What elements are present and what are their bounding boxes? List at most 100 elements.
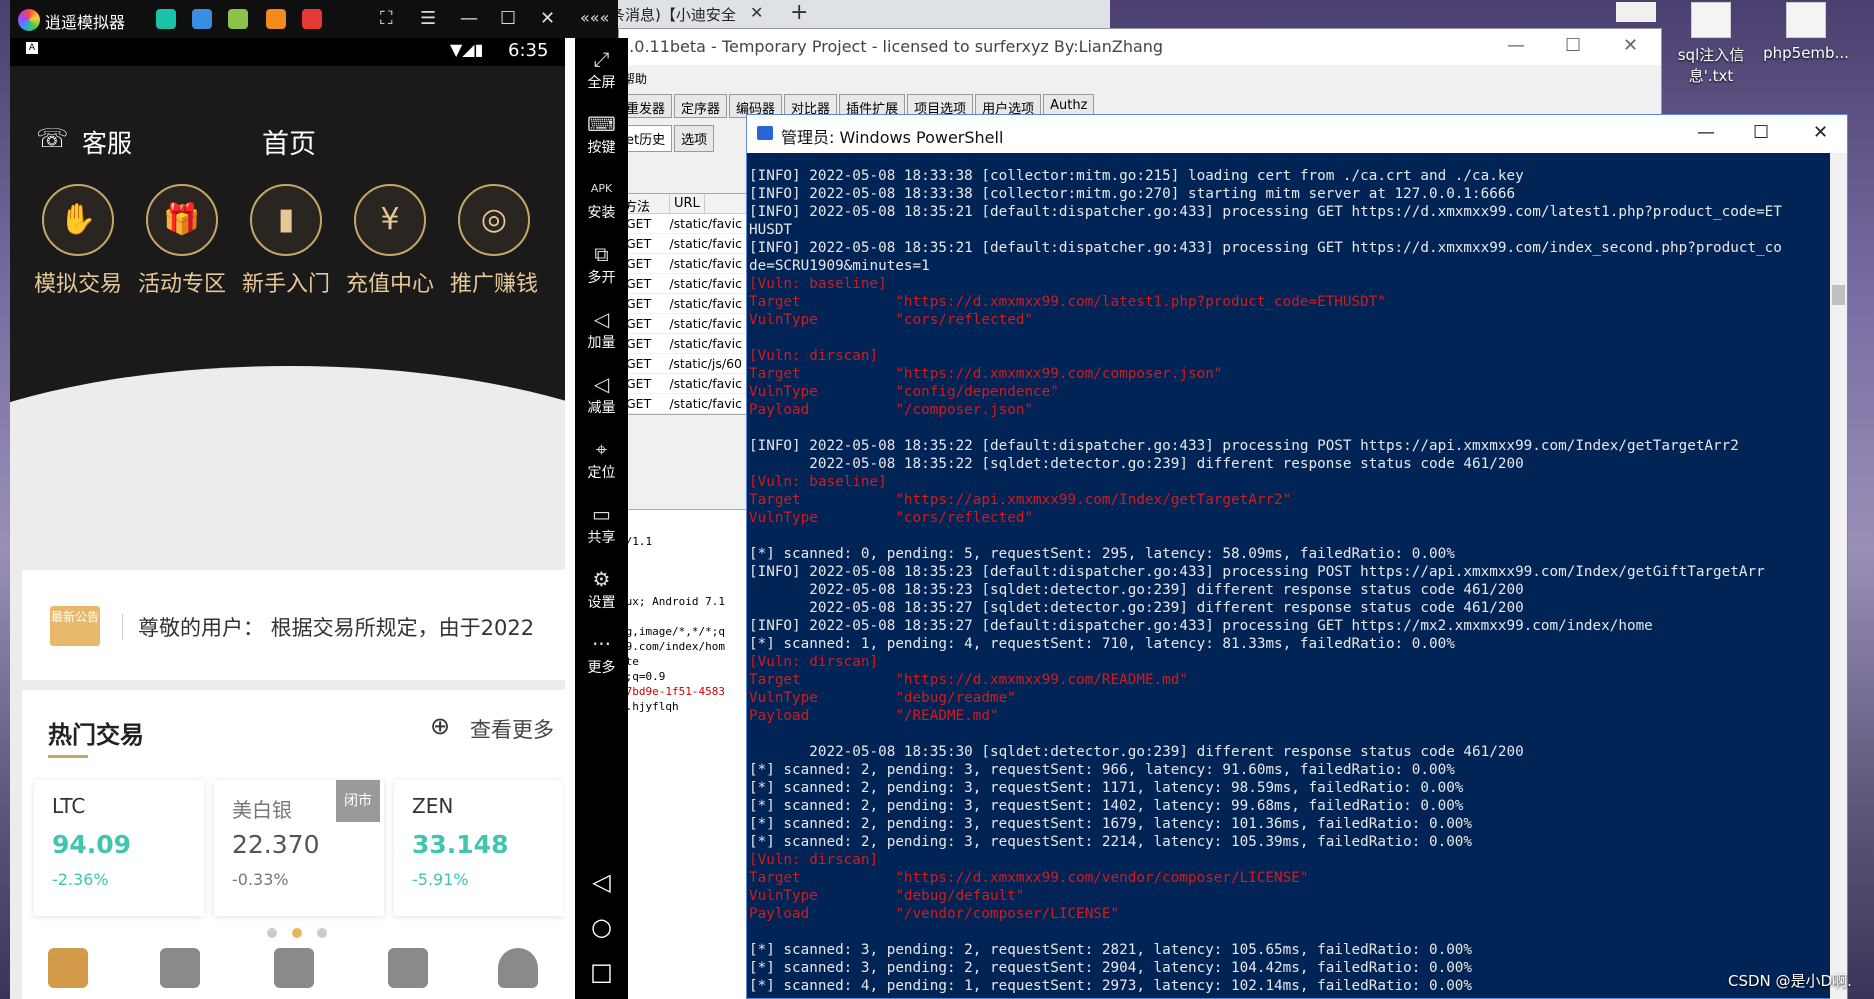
- fullscreen-icon[interactable]: ⛶: [380, 8, 393, 29]
- close-icon[interactable]: ✕: [540, 8, 555, 29]
- minimize-icon[interactable]: —: [1697, 122, 1715, 143]
- feature-referral[interactable]: ◎ 推广赚钱: [442, 184, 546, 298]
- plus-circle-icon[interactable]: ⊕: [430, 712, 450, 740]
- menu-icon[interactable]: ☰: [420, 8, 436, 29]
- carousel-dot[interactable]: [317, 928, 327, 938]
- tab-sequencer[interactable]: 定序器: [674, 94, 728, 118]
- maximize-icon[interactable]: ☐: [500, 8, 516, 29]
- scrollbar-thumb[interactable]: [1832, 285, 1845, 305]
- maximize-icon[interactable]: ☐: [1565, 35, 1581, 56]
- back-icon[interactable]: ◁: [575, 868, 628, 896]
- market-icon[interactable]: [274, 948, 314, 988]
- feature-activities[interactable]: 🎁 活动专区: [130, 184, 234, 298]
- sidebar-item-install[interactable]: APK 安装: [575, 176, 628, 222]
- feature-label: 模拟交易: [33, 272, 122, 297]
- sidebar-item-fullscreen[interactable]: ⤢ 全屏: [575, 46, 628, 92]
- table-row[interactable]: GET/static/favic: [620, 314, 748, 334]
- maximize-icon[interactable]: ☐: [1753, 122, 1769, 143]
- new-tab-icon[interactable]: +: [790, 0, 808, 25]
- table-row[interactable]: GET/static/favic: [620, 294, 748, 314]
- url-cell: /static/favic: [669, 296, 742, 311]
- powershell-icon: [757, 126, 773, 140]
- sidebar-item-volume-down[interactable]: ◁ 减量: [575, 371, 628, 417]
- table-row[interactable]: GET/static/favic: [620, 374, 748, 394]
- view-more-link[interactable]: 查看更多: [470, 714, 554, 744]
- column-header-url[interactable]: URL: [670, 194, 705, 213]
- table-row[interactable]: GET/static/js/60: [620, 354, 748, 374]
- terminal-line: HUSDT: [749, 222, 793, 238]
- terminal-line: [Vuln: baseline]: [749, 276, 887, 292]
- close-icon[interactable]: ✕: [1623, 35, 1638, 56]
- android-icon[interactable]: [228, 9, 248, 29]
- terminal-line: de=SCRU1909&minutes=1: [749, 258, 930, 274]
- minimize-icon[interactable]: —: [1507, 35, 1525, 56]
- terminal-line: [INFO] 2022-05-08 18:35:22 [default:disp…: [749, 438, 1739, 454]
- sidebar-item-settings[interactable]: ⚙ 设置: [575, 566, 628, 612]
- feature-beginner-guide[interactable]: ▮ 新手入门: [234, 184, 338, 298]
- profile-icon[interactable]: [498, 948, 538, 988]
- home-icon[interactable]: [48, 948, 88, 988]
- ticker-card-silver[interactable]: 美白银 22.370 -0.33% 闭市: [214, 780, 384, 916]
- app-icon[interactable]: [266, 9, 286, 29]
- sidebar-item-label: 设置: [587, 595, 616, 611]
- ticker-card-zen[interactable]: ZEN 33.148 -5.91%: [394, 780, 564, 916]
- app-icon[interactable]: [302, 9, 322, 29]
- terminal-line: VulnType "cors/reflected": [749, 312, 1034, 328]
- bottom-tabbar: [22, 942, 565, 999]
- terminal-line: 2022-05-08 18:35:30 [sqldet:detector.go:…: [749, 744, 1524, 760]
- sidebar-item-keys[interactable]: ⌨ 按键: [575, 111, 628, 157]
- sidebar-item-label: 定位: [587, 465, 616, 481]
- table-row[interactable]: GET/static/favic: [620, 394, 748, 414]
- tab-options[interactable]: 选项: [674, 125, 715, 152]
- app-icon[interactable]: [156, 9, 176, 29]
- sidebar-item-location[interactable]: ⌖ 定位: [575, 436, 628, 482]
- sidebar-item-share[interactable]: ▭ 共享: [575, 501, 628, 547]
- terminal-line: [*] scanned: 2, pending: 3, requestSent:…: [749, 780, 1464, 796]
- request-viewer[interactable]: P/1.1 nux; Android 7.1 ng,image/*,*/*;q …: [619, 509, 749, 999]
- minimize-icon[interactable]: —: [460, 8, 478, 29]
- feature-label: 充值中心: [345, 272, 434, 297]
- location-icon: ⌖: [595, 437, 608, 461]
- table-row[interactable]: GET/static/favic: [620, 254, 748, 274]
- announcement-bar[interactable]: 最新公告 尊敬的用户： 根据交易所规定，由于2022: [22, 570, 565, 680]
- desktop-icon-sql-txt[interactable]: sql注入信息'.txt: [1663, 2, 1759, 86]
- table-row[interactable]: GET/static/favic: [620, 234, 748, 254]
- feature-simulated-trading[interactable]: ✋ 模拟交易: [26, 184, 130, 298]
- volume-up-icon: ◁: [593, 307, 610, 331]
- message-icon[interactable]: [388, 948, 428, 988]
- gift-icon: 🎁: [146, 184, 218, 256]
- carousel-dot-active[interactable]: [292, 928, 302, 938]
- customer-service-icon[interactable]: ☏: [36, 124, 69, 154]
- close-icon[interactable]: ✕: [750, 3, 763, 22]
- ticker-card-ltc[interactable]: LTC 94.09 -2.36%: [34, 780, 204, 916]
- carousel-dot[interactable]: [267, 928, 277, 938]
- request-line: [619, 549, 749, 564]
- url-cell: /static/favic: [669, 236, 742, 251]
- url-cell: /static/favic: [669, 216, 742, 231]
- browser-icon[interactable]: [192, 9, 212, 29]
- sidebar-item-volume-up[interactable]: ◁ 加量: [575, 306, 628, 352]
- terminal-output[interactable]: [INFO] 2022-05-08 18:33:38 [collector:mi…: [749, 167, 1829, 999]
- market-closed-badge: 闭市: [336, 780, 380, 822]
- terminal-line: [*] scanned: 3, pending: 2, requestSent:…: [749, 942, 1473, 958]
- file-icon[interactable]: [1616, 2, 1656, 22]
- collapse-sidebar-icon[interactable]: «««: [580, 8, 609, 27]
- sidebar-item-multi[interactable]: ⧉ 多开: [575, 241, 628, 287]
- scrollbar[interactable]: [1830, 153, 1847, 999]
- terminal-line: Target "https://d.xmxmxx99.com/composer.…: [749, 366, 1223, 382]
- desktop-icon-php5emb[interactable]: php5emb...: [1758, 2, 1854, 62]
- sidebar-item-more[interactable]: ··· 更多: [575, 631, 628, 677]
- file-icon: [1786, 2, 1826, 38]
- feature-deposit[interactable]: ¥ 充值中心: [338, 184, 442, 298]
- ticker-name: LTC: [52, 794, 86, 818]
- table-row[interactable]: GET/static/favic: [620, 214, 748, 234]
- close-icon[interactable]: ✕: [1813, 122, 1828, 143]
- recents-icon[interactable]: □: [575, 958, 628, 986]
- table-row[interactable]: GET/static/favic: [620, 334, 748, 354]
- home-icon[interactable]: ○: [575, 913, 628, 941]
- trade-icon[interactable]: [160, 948, 200, 988]
- ticker-name: ZEN: [412, 794, 454, 818]
- customer-service-label[interactable]: 客服: [82, 124, 132, 160]
- table-row[interactable]: GET/static/favic: [620, 274, 748, 294]
- browser-tab[interactable]: 条消息)【小迪安全: [600, 0, 750, 28]
